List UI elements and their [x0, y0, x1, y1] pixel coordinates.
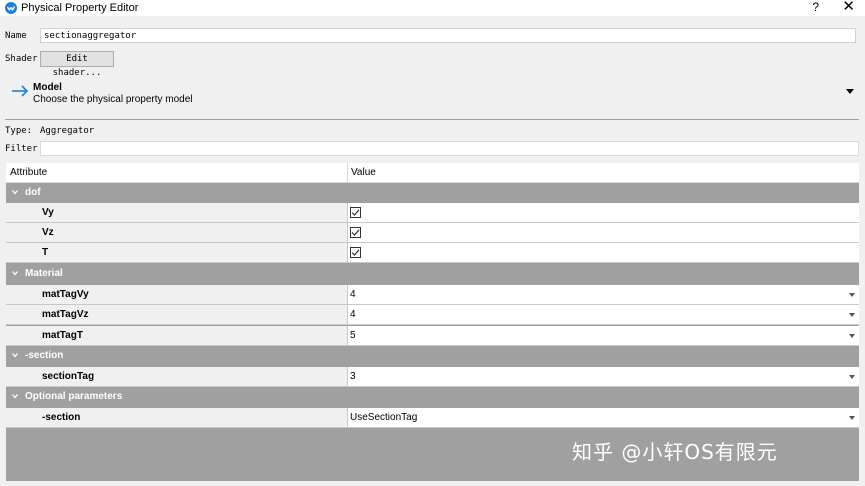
filter-label: Filter: [5, 144, 38, 154]
attribute-name: matTagT: [42, 330, 83, 341]
table-row-vz: Vz: [6, 223, 859, 243]
help-button[interactable]: ?: [812, 0, 819, 14]
attribute-name: sectionTag: [42, 371, 95, 382]
checkbox-checked-icon[interactable]: [350, 227, 361, 238]
group-optional-parameters[interactable]: Optional parameters: [6, 387, 859, 407]
value-cell[interactable]: [347, 223, 859, 243]
name-input[interactable]: [40, 28, 856, 43]
value-dropdown[interactable]: 4: [347, 305, 859, 325]
shader-label: Shader: [5, 54, 38, 64]
table-row-vy: Vy: [6, 203, 859, 223]
filter-input[interactable]: [40, 141, 859, 156]
dropdown-arrow-icon[interactable]: [849, 293, 855, 297]
group-label: -section: [25, 350, 64, 361]
watermark: 知乎 @小轩OS有限元: [572, 440, 778, 464]
checkbox-checked-icon[interactable]: [350, 247, 361, 258]
value-dropdown[interactable]: UseSectionTag: [347, 408, 859, 428]
type-label: Type:: [5, 126, 33, 136]
table-row-section-option: -section UseSectionTag: [6, 408, 859, 428]
value-cell[interactable]: [347, 243, 859, 263]
table-row-t: T: [6, 243, 859, 263]
type-row: Type: Aggregator: [0, 122, 865, 140]
group-material[interactable]: Material: [6, 264, 859, 284]
chevron-down-icon: [12, 271, 18, 276]
checkbox-checked-icon[interactable]: [350, 207, 361, 218]
table-row-mattagvy: matTagVy 4: [6, 285, 859, 305]
window-title: Physical Property Editor: [21, 2, 139, 14]
arrow-right-icon: [12, 85, 29, 97]
table-row-mattagvz: matTagVz 4: [6, 305, 859, 325]
value-text: 4: [350, 309, 356, 320]
value-text: 4: [350, 289, 356, 300]
value-dropdown[interactable]: 5: [347, 326, 859, 346]
table-header: Attribute Value: [6, 163, 859, 183]
attribute-name: Vy: [42, 207, 54, 218]
chevron-down-icon: [12, 190, 18, 195]
value-cell[interactable]: [347, 203, 859, 223]
attribute-name: matTagVy: [42, 289, 89, 300]
header-attribute[interactable]: Attribute: [10, 163, 47, 183]
group-label: Material: [25, 268, 63, 279]
model-title: Model: [33, 82, 62, 93]
divider: [5, 119, 859, 120]
column-divider[interactable]: [347, 163, 348, 183]
shader-row: Shader Edit shader...: [0, 50, 865, 78]
table-row-sectiontag: sectionTag 3: [6, 367, 859, 387]
title-bar: Physical Property Editor ? ✕: [0, 0, 865, 16]
app-logo-icon: [5, 2, 17, 14]
attribute-name: matTagVz: [42, 309, 89, 320]
chevron-down-icon: [12, 394, 18, 399]
dropdown-arrow-icon[interactable]: [849, 375, 855, 379]
dropdown-arrow-icon[interactable]: [849, 334, 855, 338]
name-label: Name: [5, 31, 27, 41]
group-label: dof: [25, 187, 41, 198]
group-dof[interactable]: dof: [6, 183, 859, 203]
group-section[interactable]: -section: [6, 346, 859, 366]
type-value: Aggregator: [40, 126, 95, 136]
value-dropdown[interactable]: 4: [347, 285, 859, 305]
header-value[interactable]: Value: [351, 163, 376, 183]
attribute-name: Vz: [42, 227, 54, 238]
close-button[interactable]: ✕: [842, 0, 855, 15]
group-label: Optional parameters: [25, 391, 123, 402]
value-dropdown[interactable]: 3: [347, 367, 859, 387]
table-row-mattagt: matTagT 5: [6, 326, 859, 346]
edit-shader-button[interactable]: Edit shader...: [40, 51, 114, 78]
attribute-name: -section: [42, 412, 81, 423]
attribute-name: T: [42, 247, 49, 258]
value-text: 3: [350, 371, 356, 382]
value-text: 5: [350, 330, 356, 341]
dropdown-arrow-icon[interactable]: [849, 416, 855, 420]
filter-row: Filter: [0, 140, 865, 158]
property-table: Attribute Value dof Vy Vz T Material mat…: [6, 163, 859, 481]
value-text: UseSectionTag: [350, 412, 418, 423]
model-dropdown-icon[interactable]: [846, 89, 854, 94]
dropdown-arrow-icon[interactable]: [849, 313, 855, 317]
model-selector[interactable]: Model Choose the physical property model: [0, 80, 865, 116]
chevron-down-icon: [12, 353, 18, 358]
model-subtitle: Choose the physical property model: [33, 94, 193, 105]
name-row: Name: [0, 27, 865, 45]
